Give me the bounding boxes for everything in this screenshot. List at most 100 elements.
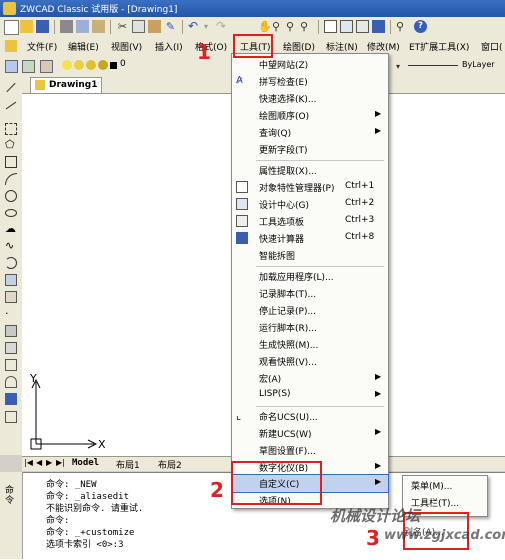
search-icon[interactable]: ⚲ <box>396 20 409 33</box>
layer-plot-icon[interactable] <box>98 60 108 70</box>
point-icon[interactable]: · <box>5 308 17 320</box>
tool-palette-toolbar-icon[interactable] <box>356 20 369 33</box>
menu-item-named-ucs[interactable]: ⌞ 命名UCS(U)... <box>232 408 388 425</box>
new-file-icon[interactable] <box>4 20 19 35</box>
publish-icon[interactable] <box>92 20 105 33</box>
dropdown-chevron-icon[interactable]: ▾ <box>396 62 400 71</box>
print-preview-icon[interactable] <box>76 20 89 33</box>
cut-icon[interactable]: ✂ <box>116 20 129 33</box>
polygon-icon[interactable]: ⬠ <box>5 139 17 151</box>
rectangle-icon[interactable] <box>5 156 17 168</box>
menu-item-design-center[interactable]: 设计中心(G) Ctrl+2 <box>232 196 388 213</box>
zoom-realtime-icon[interactable]: ⚲ <box>272 20 285 33</box>
menu-item-update-fields[interactable]: 更新字段(T) <box>232 141 388 158</box>
help-icon[interactable]: ? <box>414 20 427 33</box>
save-icon[interactable] <box>36 20 49 33</box>
ellipse-icon[interactable] <box>5 209 17 217</box>
insert-block-icon[interactable] <box>5 274 17 286</box>
layer-lock-icon[interactable] <box>86 60 96 70</box>
command-prompt-line[interactable]: 选项卡索引 <0>:3 <box>46 537 124 550</box>
copy-icon[interactable] <box>132 20 145 33</box>
make-layer-current-icon[interactable] <box>40 60 53 73</box>
match-properties-icon[interactable]: ✎ <box>164 20 177 33</box>
menu-item-lisp[interactable]: LISP(S) ▶ <box>232 387 388 404</box>
menu-view[interactable]: 视图(V) <box>111 40 142 53</box>
linetype-sample-line <box>408 65 458 66</box>
design-center-toolbar-icon[interactable] <box>340 20 353 33</box>
menu-item-spell-check[interactable]: A̷ 拼写检查(E) <box>232 73 388 90</box>
properties-panel-icon[interactable] <box>324 20 337 33</box>
menu-dimension[interactable]: 标注(N) <box>326 40 358 53</box>
tab-model[interactable]: Model <box>72 458 99 468</box>
document-tab[interactable]: Drawing1 <box>30 77 102 94</box>
layer-manager-icon[interactable] <box>5 60 18 73</box>
open-folder-icon[interactable] <box>20 20 33 33</box>
menu-item-run-script[interactable]: 运行脚本(R)... <box>232 319 388 336</box>
circle-icon[interactable] <box>5 190 17 202</box>
region-icon[interactable] <box>5 359 17 371</box>
tab-layout1[interactable]: 布局1 <box>116 458 140 471</box>
menu-item-draw-order[interactable]: 绘图顺序(O) ▶ <box>232 107 388 124</box>
gradient-icon[interactable] <box>5 342 17 354</box>
menu-item-load-application[interactable]: 加载应用程序(L)... <box>232 268 388 285</box>
calculator-toolbar-icon[interactable] <box>372 20 385 33</box>
submenu-item-menus[interactable]: 菜单(M)... <box>411 479 452 492</box>
menu-modify[interactable]: 修改(M) <box>367 40 400 53</box>
command-window-side: 命令 <box>0 472 23 559</box>
menu-item-record-script[interactable]: 记录脚本(T)... <box>232 285 388 302</box>
menu-item-make-slide[interactable]: 生成快照(M)... <box>232 336 388 353</box>
menu-item-website[interactable]: 中望网站(Z) <box>232 56 388 73</box>
layer-value[interactable]: 0 <box>120 59 126 69</box>
table-icon[interactable] <box>5 393 17 405</box>
prev-tab-icon[interactable]: ◀ <box>36 458 42 467</box>
menu-et-tools[interactable]: ET扩展工具(X) <box>409 40 469 53</box>
menu-draw[interactable]: 绘图(D) <box>283 40 315 53</box>
menu-item-quick-select[interactable]: 快速选择(K)... <box>232 90 388 107</box>
layer-freeze-icon[interactable] <box>74 60 84 70</box>
next-tab-icon[interactable]: ▶ <box>46 458 52 467</box>
menu-window[interactable]: 窗口( <box>481 40 503 53</box>
menu-file[interactable]: 文件(F) <box>27 40 57 53</box>
zoom-previous-icon[interactable]: ⚲ <box>300 20 313 33</box>
menu-item-view-slide[interactable]: 观看快照(V)... <box>232 353 388 370</box>
pan-icon[interactable]: ✋ <box>258 20 272 33</box>
linetype-value[interactable]: ByLayer <box>462 60 495 69</box>
menu-item-inquiry[interactable]: 查询(Q) ▶ <box>232 124 388 141</box>
menu-item-stop-recording[interactable]: 停止记录(P)... <box>232 302 388 319</box>
app-menu-icon[interactable] <box>5 40 17 52</box>
ellipse-arc-icon[interactable] <box>5 257 17 269</box>
toolbar-separator <box>318 20 319 34</box>
print-icon[interactable] <box>60 20 73 33</box>
menu-item-new-ucs[interactable]: 新建UCS(W) ▶ <box>232 425 388 442</box>
mtext-icon[interactable] <box>5 411 17 423</box>
zoom-window-icon[interactable]: ⚲ <box>286 20 299 33</box>
menu-item-macro[interactable]: 宏(A) ▶ <box>232 370 388 387</box>
title-bar: ZWCAD Classic 试用版 - [Drawing1] <box>0 0 505 17</box>
line-icon[interactable] <box>6 82 16 93</box>
spline-icon[interactable]: ∿ <box>5 240 17 252</box>
menu-edit[interactable]: 编辑(E) <box>68 40 99 53</box>
layer-on-icon[interactable] <box>62 60 72 70</box>
construction-line-icon[interactable] <box>5 101 17 110</box>
undo-icon[interactable]: ↶ <box>188 20 201 33</box>
revision-cloud-icon[interactable]: ☁ <box>5 223 17 235</box>
redo-icon[interactable]: ↷ <box>216 20 229 33</box>
polyline-icon[interactable] <box>5 123 17 135</box>
menu-item-drafting-settings[interactable]: 草图设置(F)... <box>232 442 388 459</box>
menu-item-quick-calc[interactable]: 快速计算器 Ctrl+8 <box>232 230 388 247</box>
hatch-icon[interactable] <box>5 325 17 337</box>
submenu-arrow-icon: ▶ <box>375 372 382 381</box>
menu-item-tool-palette[interactable]: 工具选项板 Ctrl+3 <box>232 213 388 230</box>
last-tab-icon[interactable]: ▶| <box>56 458 65 467</box>
arc-icon[interactable] <box>5 173 17 185</box>
tab-layout2[interactable]: 布局2 <box>158 458 182 471</box>
menu-item-attribute-extract[interactable]: 属性提取(X)... <box>232 162 388 179</box>
menu-item-smart-split[interactable]: 智能拆图 <box>232 247 388 264</box>
menu-item-properties[interactable]: 对象特性管理器(P) Ctrl+1 <box>232 179 388 196</box>
first-tab-icon[interactable]: |◀ <box>24 458 33 467</box>
menu-insert[interactable]: 插入(I) <box>155 40 183 53</box>
layer-previous-icon[interactable] <box>22 60 35 73</box>
make-block-icon[interactable] <box>5 291 17 303</box>
paste-icon[interactable] <box>148 20 161 33</box>
wipeout-icon[interactable] <box>5 376 17 388</box>
